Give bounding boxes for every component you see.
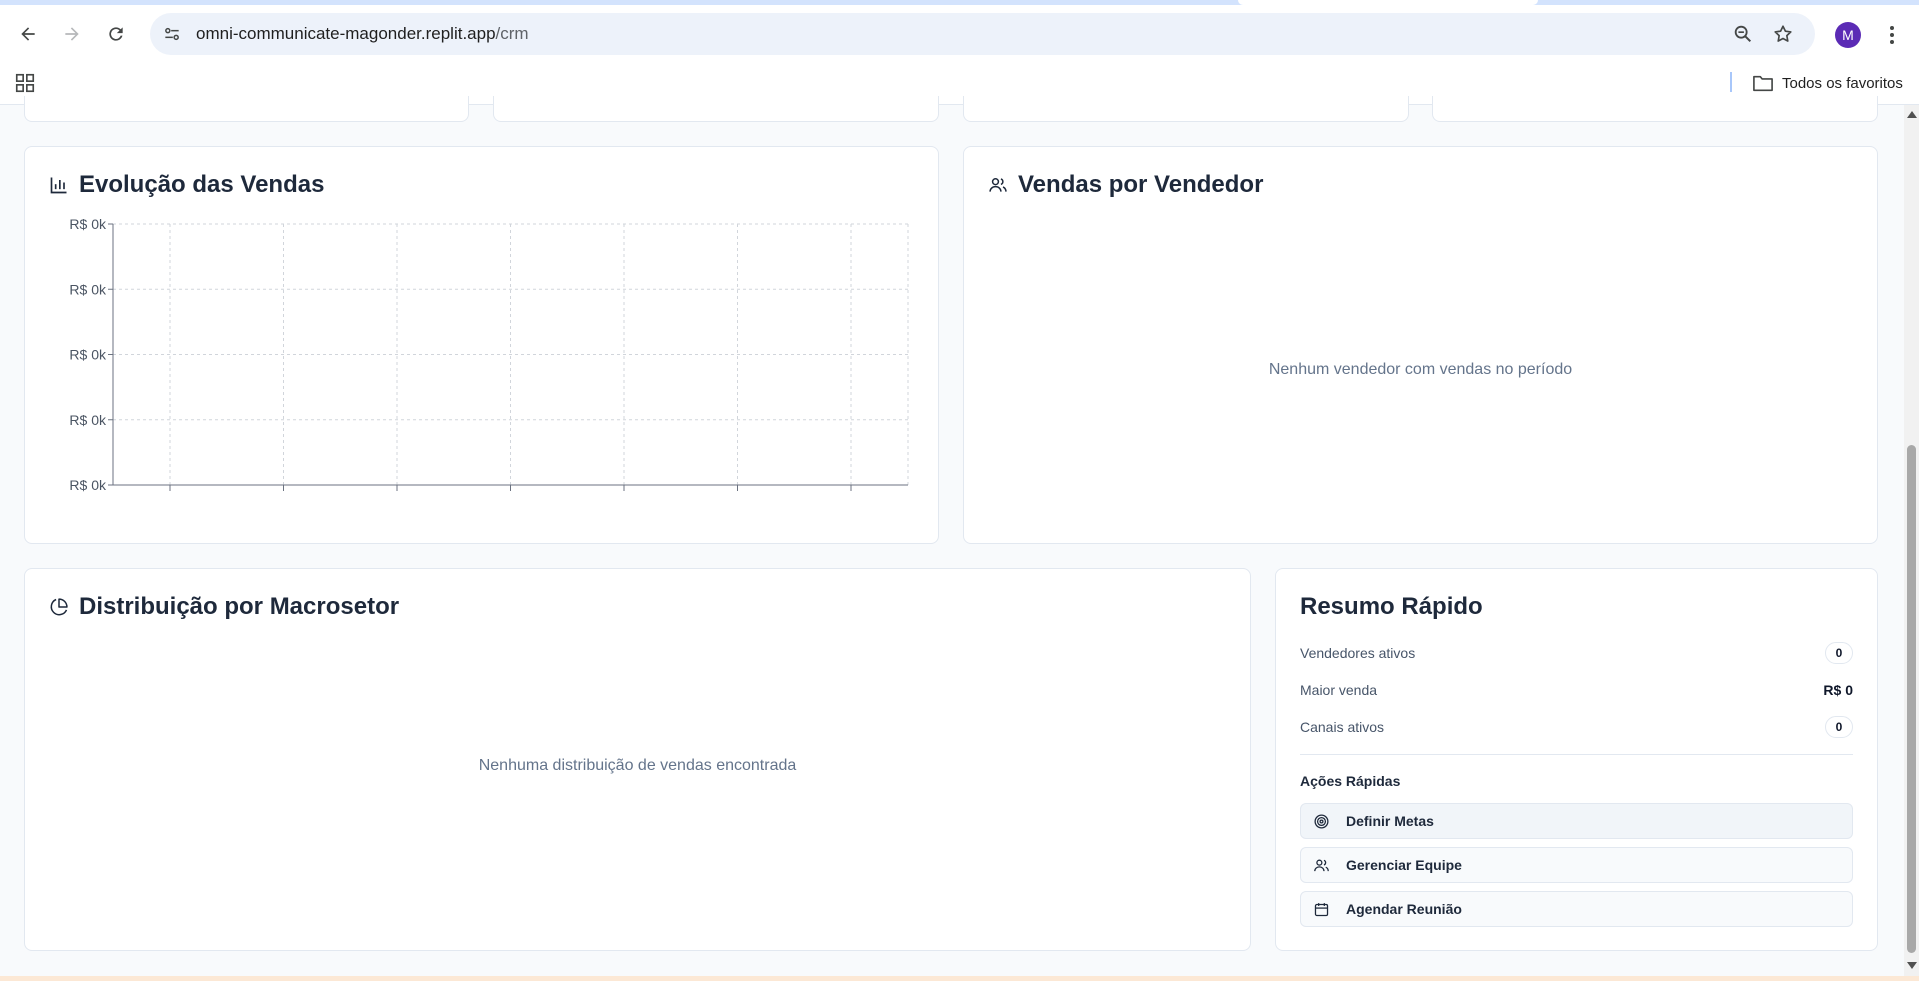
summary-label: Canais ativos bbox=[1300, 719, 1385, 735]
y-tick-label: R$ 0k bbox=[69, 216, 107, 232]
pie-chart-icon bbox=[50, 598, 68, 616]
manage-team-button[interactable]: Gerenciar Equipe bbox=[1300, 847, 1853, 883]
y-tick-label: R$ 0k bbox=[69, 281, 107, 297]
stat-card-1 bbox=[24, 96, 469, 122]
sales-evolution-title: Evolução das Vendas bbox=[49, 171, 324, 199]
quick-summary-title: Resumo Rápido bbox=[1300, 593, 1483, 620]
more-menu-icon[interactable] bbox=[1880, 21, 1904, 49]
sales-line-chart: R$ 0k R$ 0k R$ 0k R$ 0k R$ 0k bbox=[69, 216, 909, 493]
y-tick-label: R$ 0k bbox=[69, 477, 107, 493]
address-bar[interactable]: omni-communicate-magonder.replit.app/crm bbox=[150, 13, 1815, 55]
count-badge: 0 bbox=[1825, 642, 1853, 664]
scrollbar-thumb[interactable] bbox=[1907, 445, 1916, 953]
page-scrollbar[interactable] bbox=[1904, 105, 1919, 976]
sales-by-seller-card: Vendas por Vendedor Nenhum vendedor com … bbox=[963, 146, 1878, 544]
set-goals-label: Definir Metas bbox=[1346, 813, 1434, 829]
bar-chart-icon bbox=[50, 177, 67, 194]
target-icon bbox=[1314, 813, 1329, 829]
zoom-icon[interactable] bbox=[1732, 23, 1754, 45]
users-icon bbox=[1314, 859, 1329, 871]
scroll-down-arrow[interactable] bbox=[1907, 962, 1917, 969]
arrow-left-icon bbox=[21, 27, 35, 41]
quick-actions-title: Ações Rápidas bbox=[1300, 773, 1401, 789]
url-path: /crm bbox=[495, 24, 529, 43]
macrosetor-card: Distribuição por Macrosetor Nenhuma dist… bbox=[24, 568, 1251, 951]
site-settings-icon[interactable] bbox=[162, 24, 182, 44]
bottom-strip bbox=[0, 976, 1919, 981]
calendar-icon bbox=[1314, 902, 1329, 916]
users-icon bbox=[989, 178, 1007, 192]
summary-row-active-sellers: Vendedores ativos 0 bbox=[1300, 641, 1853, 665]
stat-card-4 bbox=[1432, 96, 1878, 122]
arrow-right-icon bbox=[65, 27, 79, 41]
count-badge: 0 bbox=[1825, 716, 1853, 738]
bookmarks-separator bbox=[1730, 72, 1732, 92]
stat-card-2 bbox=[493, 96, 939, 122]
apps-grid-icon[interactable] bbox=[14, 72, 36, 94]
all-bookmarks-label: Todos os favoritos bbox=[1782, 74, 1903, 92]
schedule-meeting-label: Agendar Reunião bbox=[1346, 901, 1462, 917]
reload-button[interactable] bbox=[101, 19, 131, 49]
manage-team-label: Gerenciar Equipe bbox=[1346, 857, 1462, 873]
forward-button[interactable] bbox=[57, 19, 87, 49]
url-host: omni-communicate-magonder.replit.app bbox=[196, 24, 496, 43]
schedule-meeting-button[interactable]: Agendar Reunião bbox=[1300, 891, 1853, 927]
sales-by-seller-title: Vendas por Vendedor bbox=[988, 171, 1263, 199]
sales-evolution-title-text: Evolução das Vendas bbox=[79, 171, 325, 198]
summary-row-largest-sale: Maior venda R$ 0 bbox=[1300, 678, 1853, 702]
browser-toolbar: omni-communicate-magonder.replit.app/crm… bbox=[0, 5, 1919, 63]
quick-summary-card: Resumo Rápido Vendedores ativos 0 Maior … bbox=[1275, 568, 1878, 951]
reload-icon bbox=[109, 27, 123, 41]
bookmark-star-icon[interactable] bbox=[1772, 23, 1794, 45]
url-text[interactable]: omni-communicate-magonder.replit.app/crm bbox=[196, 24, 529, 44]
sales-by-seller-title-text: Vendas por Vendedor bbox=[1018, 171, 1264, 198]
y-tick-label: R$ 0k bbox=[69, 347, 107, 363]
folder-icon bbox=[1753, 75, 1773, 92]
stat-card-3 bbox=[963, 96, 1409, 122]
profile-avatar[interactable]: M bbox=[1835, 22, 1861, 48]
scroll-up-arrow[interactable] bbox=[1907, 111, 1917, 118]
sellers-empty-message: Nenhum vendedor com vendas no período bbox=[1268, 361, 1573, 378]
summary-divider bbox=[1300, 754, 1853, 755]
all-bookmarks-folder[interactable]: Todos os favoritos bbox=[1752, 69, 1903, 97]
y-tick-label: R$ 0k bbox=[69, 412, 107, 428]
summary-label: Maior venda bbox=[1300, 682, 1378, 698]
summary-label: Vendedores ativos bbox=[1300, 645, 1416, 661]
summary-value: R$ 0 bbox=[1823, 682, 1853, 698]
macrosetor-empty-message: Nenhuma distribuição de vendas encontrad… bbox=[478, 757, 797, 774]
macrosetor-title-text: Distribuição por Macrosetor bbox=[79, 593, 400, 620]
summary-row-active-channels: Canais ativos 0 bbox=[1300, 715, 1853, 739]
back-button[interactable] bbox=[13, 19, 43, 49]
macrosetor-title: Distribuição por Macrosetor bbox=[49, 593, 399, 621]
set-goals-button[interactable]: Definir Metas bbox=[1300, 803, 1853, 839]
